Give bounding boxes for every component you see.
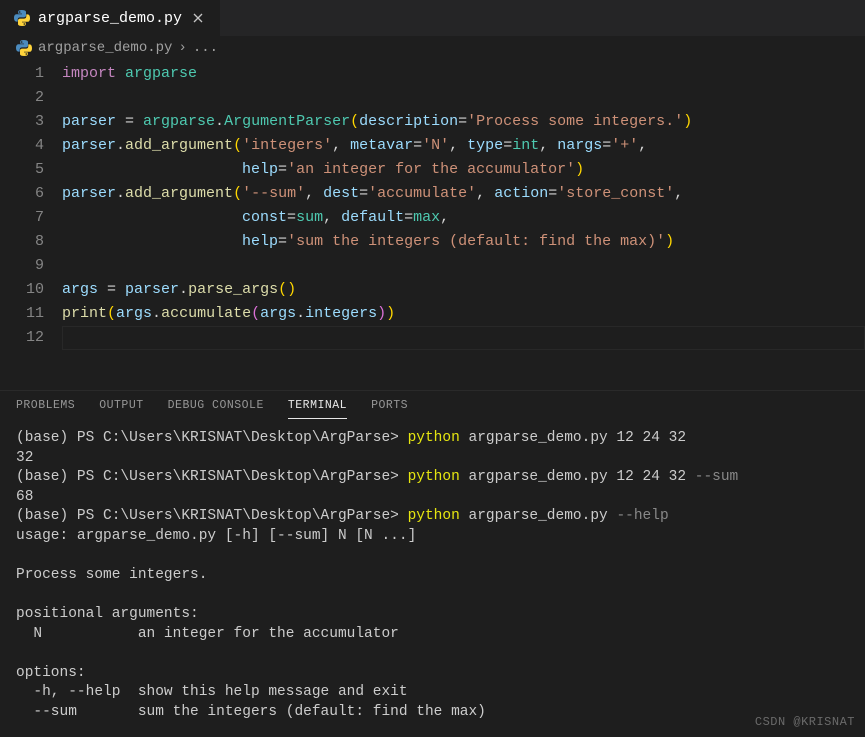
bottom-panel: PROBLEMS OUTPUT DEBUG CONSOLE TERMINAL P… bbox=[0, 390, 865, 737]
python-file-icon bbox=[14, 10, 30, 26]
tab-terminal[interactable]: TERMINAL bbox=[288, 399, 347, 419]
breadcrumb-more: ... bbox=[193, 40, 218, 56]
terminal[interactable]: (base) PS C:\Users\KRISNAT\Desktop\ArgPa… bbox=[0, 419, 865, 737]
line-number-gutter: 123 456 789 101112 bbox=[0, 62, 62, 350]
tab-ports[interactable]: PORTS bbox=[371, 399, 408, 419]
code-area[interactable]: import argparse parser = argparse.Argume… bbox=[62, 62, 865, 350]
close-icon[interactable] bbox=[190, 10, 206, 26]
tab-bar: argparse_demo.py bbox=[0, 0, 865, 36]
tab-output[interactable]: OUTPUT bbox=[99, 399, 143, 419]
tab-argparse-demo[interactable]: argparse_demo.py bbox=[0, 0, 221, 36]
panel-tabs: PROBLEMS OUTPUT DEBUG CONSOLE TERMINAL P… bbox=[0, 391, 865, 419]
tab-debug-console[interactable]: DEBUG CONSOLE bbox=[168, 399, 264, 419]
breadcrumb-sep: › bbox=[178, 40, 186, 56]
watermark: CSDN @KRISNAT bbox=[755, 715, 855, 729]
breadcrumb[interactable]: argparse_demo.py › ... bbox=[0, 36, 865, 60]
python-file-icon bbox=[16, 40, 32, 56]
tab-problems[interactable]: PROBLEMS bbox=[16, 399, 75, 419]
editor[interactable]: 123 456 789 101112 import argparse parse… bbox=[0, 60, 865, 350]
tab-filename: argparse_demo.py bbox=[38, 10, 182, 27]
breadcrumb-file: argparse_demo.py bbox=[38, 40, 172, 56]
